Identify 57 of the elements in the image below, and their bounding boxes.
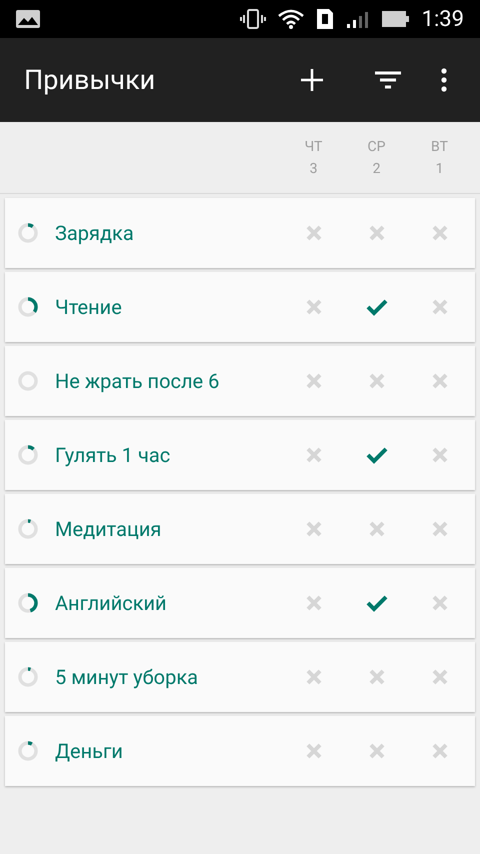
habit-name: Гулять 1 час bbox=[55, 442, 172, 469]
cross-icon[interactable] bbox=[432, 521, 448, 537]
date-label: 3 bbox=[310, 160, 318, 178]
image-icon bbox=[16, 10, 40, 28]
weekday-label: СР bbox=[368, 138, 386, 156]
cross-icon[interactable] bbox=[368, 373, 384, 389]
check-icon[interactable] bbox=[366, 594, 388, 612]
check-icon[interactable] bbox=[366, 298, 388, 316]
add-icon bbox=[300, 68, 324, 92]
habit-name: 5 минут уборка bbox=[55, 664, 200, 691]
cross-icon[interactable] bbox=[306, 373, 322, 389]
habit-card[interactable]: 5 минут уборка bbox=[5, 642, 475, 712]
weekday-label: ВТ bbox=[431, 138, 448, 156]
habit-name: Медитация bbox=[55, 516, 162, 543]
cross-icon[interactable] bbox=[306, 447, 322, 463]
vibrate-icon bbox=[240, 9, 266, 29]
habit-card[interactable]: Зарядка bbox=[5, 198, 475, 268]
check-icon[interactable] bbox=[366, 446, 388, 464]
habit-card[interactable]: Не жрать после 6 bbox=[5, 346, 475, 416]
habit-name: Не жрать после 6 bbox=[55, 368, 220, 395]
cross-icon[interactable] bbox=[306, 225, 322, 241]
cross-icon[interactable] bbox=[306, 521, 322, 537]
cross-icon[interactable] bbox=[306, 595, 322, 611]
cross-icon[interactable] bbox=[368, 225, 384, 241]
wifi-icon bbox=[278, 9, 304, 29]
more-icon bbox=[441, 68, 447, 92]
status-time: 1:39 bbox=[422, 6, 464, 34]
cross-icon[interactable] bbox=[306, 669, 322, 685]
habit-card[interactable]: Деньги bbox=[5, 716, 475, 786]
cross-icon[interactable] bbox=[432, 669, 448, 685]
habit-card[interactable]: Медитация bbox=[5, 494, 475, 564]
habit-name: Деньги bbox=[55, 738, 124, 765]
app-title: Привычки bbox=[24, 62, 156, 98]
date-label: 2 bbox=[372, 160, 380, 178]
cross-icon[interactable] bbox=[432, 373, 448, 389]
cross-icon[interactable] bbox=[368, 669, 384, 685]
weekday-label: ЧТ bbox=[304, 138, 322, 156]
habit-card[interactable]: Чтение bbox=[5, 272, 475, 342]
cross-icon[interactable] bbox=[368, 521, 384, 537]
signal-icon bbox=[346, 9, 370, 29]
habit-card[interactable]: Английский bbox=[5, 568, 475, 638]
cross-icon[interactable] bbox=[432, 447, 448, 463]
date-label: 1 bbox=[436, 160, 444, 178]
cross-icon[interactable] bbox=[432, 743, 448, 759]
cross-icon[interactable] bbox=[306, 743, 322, 759]
habit-name: Английский bbox=[55, 590, 168, 617]
habit-name: Чтение bbox=[55, 294, 123, 321]
cross-icon[interactable] bbox=[432, 225, 448, 241]
cross-icon[interactable] bbox=[306, 299, 322, 315]
cross-icon[interactable] bbox=[368, 743, 384, 759]
habit-card[interactable]: Гулять 1 час bbox=[5, 420, 475, 490]
habit-name: Зарядка bbox=[55, 220, 135, 247]
filter-icon bbox=[374, 70, 402, 90]
sim-icon bbox=[316, 8, 334, 30]
battery-icon bbox=[382, 10, 410, 28]
cross-icon[interactable] bbox=[432, 299, 448, 315]
cross-icon[interactable] bbox=[432, 595, 448, 611]
